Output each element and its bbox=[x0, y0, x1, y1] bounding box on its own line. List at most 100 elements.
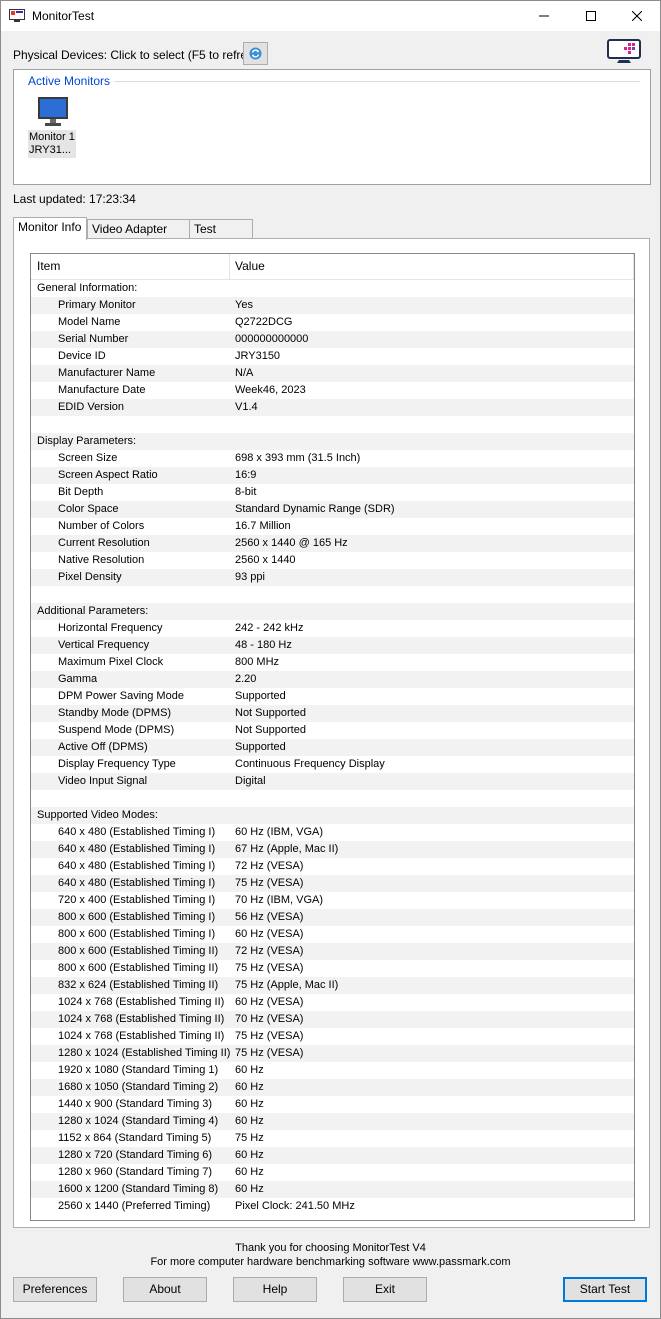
table-row[interactable]: 800 x 600 (Established Timing I) 56 Hz (V… bbox=[31, 909, 634, 926]
item-cell: EDID Version bbox=[58, 401, 125, 413]
table-row[interactable]: 1440 x 900 (Standard Timing 3) 60 Hz bbox=[31, 1096, 634, 1113]
value-cell: 60 Hz bbox=[235, 1064, 264, 1076]
table-row[interactable]: 800 x 600 (Established Timing I) 60 Hz (V… bbox=[31, 926, 634, 943]
table-row[interactable]: Device ID JRY3150 bbox=[31, 348, 634, 365]
table-row[interactable]: 1024 x 768 (Established Timing II) 70 Hz … bbox=[31, 1011, 634, 1028]
value-cell: 60 Hz (VESA) bbox=[235, 996, 304, 1008]
help-button[interactable]: Help bbox=[233, 1277, 317, 1302]
table-row[interactable]: 640 x 480 (Established Timing I) 60 Hz (I… bbox=[31, 824, 634, 841]
monitor-icon bbox=[38, 97, 68, 126]
item-cell: Device ID bbox=[58, 350, 106, 362]
table-row[interactable]: 1024 x 768 (Established Timing II) 75 Hz … bbox=[31, 1028, 634, 1045]
table-row[interactable]: Number of Colors 16.7 Million bbox=[31, 518, 634, 535]
table-row[interactable]: Screen Size 698 x 393 mm (31.5 Inch) bbox=[31, 450, 634, 467]
table-row[interactable]: Color Space Standard Dynamic Range (SDR) bbox=[31, 501, 634, 518]
table-row[interactable]: 2560 x 1440 (Preferred Timing) Pixel Cloc… bbox=[31, 1198, 634, 1215]
blank-row[interactable] bbox=[31, 586, 634, 603]
section-header-row[interactable]: Display Parameters: bbox=[31, 433, 634, 450]
blank-row[interactable] bbox=[31, 416, 634, 433]
item-cell: 1280 x 960 (Standard Timing 7) bbox=[58, 1166, 213, 1178]
table-row[interactable]: Video Input Signal Digital bbox=[31, 773, 634, 790]
table-row[interactable]: 720 x 400 (Established Timing I) 70 Hz (I… bbox=[31, 892, 634, 909]
tab-video-adapter-info[interactable]: Video Adapter Info bbox=[87, 219, 190, 254]
blank-row[interactable] bbox=[31, 790, 634, 807]
table-row[interactable]: Model Name Q2722DCG bbox=[31, 314, 634, 331]
table-row[interactable]: 1280 x 1024 (Established Timing II) 75 Hz… bbox=[31, 1045, 634, 1062]
table-row[interactable]: 1920 x 1080 (Standard Timing 1) 60 Hz bbox=[31, 1062, 634, 1079]
item-cell: Color Space bbox=[58, 503, 119, 515]
table-row[interactable]: Native Resolution 2560 x 1440 bbox=[31, 552, 634, 569]
table-row[interactable]: 1600 x 1200 (Standard Timing 8) 60 Hz bbox=[31, 1181, 634, 1198]
monitor-1-label: Monitor 1 JRY31... bbox=[28, 130, 76, 158]
monitor-info-list[interactable]: Item Value General Information: Primary M… bbox=[30, 253, 635, 1221]
table-row[interactable]: 1280 x 720 (Standard Timing 6) 60 Hz bbox=[31, 1147, 634, 1164]
item-cell: 800 x 600 (Established Timing II) bbox=[58, 962, 219, 974]
section-header-row[interactable]: General Information: bbox=[31, 280, 634, 297]
close-button[interactable] bbox=[614, 1, 660, 31]
table-row[interactable]: 1680 x 1050 (Standard Timing 2) 60 Hz bbox=[31, 1079, 634, 1096]
section-header-row[interactable]: Supported Video Modes: bbox=[31, 807, 634, 824]
table-row[interactable]: DPM Power Saving Mode Supported bbox=[31, 688, 634, 705]
table-row[interactable]: 832 x 624 (Established Timing II) 75 Hz (… bbox=[31, 977, 634, 994]
table-row[interactable]: Standby Mode (DPMS) Not Supported bbox=[31, 705, 634, 722]
table-row[interactable]: Gamma 2.20 bbox=[31, 671, 634, 688]
table-row[interactable]: 1280 x 1024 (Standard Timing 4) 60 Hz bbox=[31, 1113, 634, 1130]
item-cell: 1680 x 1050 (Standard Timing 2) bbox=[58, 1081, 219, 1093]
tab-monitor-info[interactable]: Monitor Info bbox=[13, 217, 87, 240]
item-cell: 640 x 480 (Established Timing I) bbox=[58, 877, 216, 889]
maximize-button[interactable] bbox=[568, 1, 614, 31]
refresh-button[interactable] bbox=[243, 42, 268, 65]
start-test-button[interactable]: Start Test bbox=[563, 1277, 647, 1302]
table-row[interactable]: Suspend Mode (DPMS) Not Supported bbox=[31, 722, 634, 739]
table-row[interactable]: 640 x 480 (Established Timing I) 67 Hz (A… bbox=[31, 841, 634, 858]
table-row[interactable]: 640 x 480 (Established Timing I) 72 Hz (V… bbox=[31, 858, 634, 875]
value-cell: 75 Hz (Apple, Mac II) bbox=[235, 979, 339, 991]
section-header-row[interactable]: Additional Parameters: bbox=[31, 603, 634, 620]
table-row[interactable]: Vertical Frequency 48 - 180 Hz bbox=[31, 637, 634, 654]
table-row[interactable]: 800 x 600 (Established Timing II) 72 Hz (… bbox=[31, 943, 634, 960]
column-header-value[interactable]: Value bbox=[229, 254, 634, 279]
table-row[interactable]: 1152 x 864 (Standard Timing 5) 75 Hz bbox=[31, 1130, 634, 1147]
table-row[interactable]: Manufacture Date Week46, 2023 bbox=[31, 382, 634, 399]
exit-button[interactable]: Exit bbox=[343, 1277, 427, 1302]
value-cell: Q2722DCG bbox=[235, 316, 293, 328]
item-cell: 1024 x 768 (Established Timing II) bbox=[58, 996, 225, 1008]
table-row[interactable]: Display Frequency Type Continuous Frequen… bbox=[31, 756, 634, 773]
group-divider bbox=[24, 81, 640, 82]
table-row[interactable]: Maximum Pixel Clock 800 MHz bbox=[31, 654, 634, 671]
app-window: MonitorTest Physical Devices: Click to s… bbox=[0, 0, 661, 1319]
about-button[interactable]: About bbox=[123, 1277, 207, 1302]
value-cell: 75 Hz bbox=[235, 1132, 264, 1144]
column-header-item[interactable]: Item bbox=[31, 254, 229, 279]
table-row[interactable]: Serial Number 000000000000 bbox=[31, 331, 634, 348]
list-header: Item Value bbox=[31, 254, 634, 280]
table-row[interactable]: Primary Monitor Yes bbox=[31, 297, 634, 314]
table-row[interactable]: Active Off (DPMS) Supported bbox=[31, 739, 634, 756]
tab-test-config[interactable]: Test Config bbox=[189, 219, 253, 254]
table-row[interactable]: Horizontal Frequency 242 - 242 kHz bbox=[31, 620, 634, 637]
table-row[interactable]: Manufacturer Name N/A bbox=[31, 365, 634, 382]
table-row[interactable]: 1280 x 960 (Standard Timing 7) 60 Hz bbox=[31, 1164, 634, 1181]
item-cell: 800 x 600 (Established Timing II) bbox=[58, 945, 219, 957]
table-row[interactable]: 800 x 600 (Established Timing II) 75 Hz (… bbox=[31, 960, 634, 977]
value-cell: Pixel Clock: 241.50 MHz bbox=[235, 1200, 355, 1212]
table-row[interactable]: 640 x 480 (Established Timing I) 75 Hz (V… bbox=[31, 875, 634, 892]
last-updated-text: Last updated: 17:23:34 bbox=[13, 192, 136, 206]
table-row[interactable]: Bit Depth 8-bit bbox=[31, 484, 634, 501]
footer-website: For more computer hardware benchmarking … bbox=[150, 1256, 511, 1268]
table-row[interactable]: Screen Aspect Ratio 16:9 bbox=[31, 467, 634, 484]
table-row[interactable]: EDID Version V1.4 bbox=[31, 399, 634, 416]
item-cell: 800 x 600 (Established Timing I) bbox=[58, 928, 216, 940]
table-row[interactable]: 1024 x 768 (Established Timing II) 60 Hz … bbox=[31, 994, 634, 1011]
value-cell: 60 Hz (IBM, VGA) bbox=[235, 826, 324, 838]
table-row[interactable]: Pixel Density 93 ppi bbox=[31, 569, 634, 586]
value-cell: 75 Hz (VESA) bbox=[235, 962, 304, 974]
item-cell: Current Resolution bbox=[58, 537, 150, 549]
monitor-1-item[interactable]: Monitor 1 JRY31... bbox=[28, 96, 76, 158]
column-separator[interactable] bbox=[633, 254, 634, 279]
minimize-button[interactable] bbox=[521, 1, 567, 31]
table-row[interactable]: Current Resolution 2560 x 1440 @ 165 Hz bbox=[31, 535, 634, 552]
preferences-button[interactable]: Preferences bbox=[13, 1277, 97, 1302]
value-cell: Not Supported bbox=[235, 707, 306, 719]
value-cell: 56 Hz (VESA) bbox=[235, 911, 304, 923]
